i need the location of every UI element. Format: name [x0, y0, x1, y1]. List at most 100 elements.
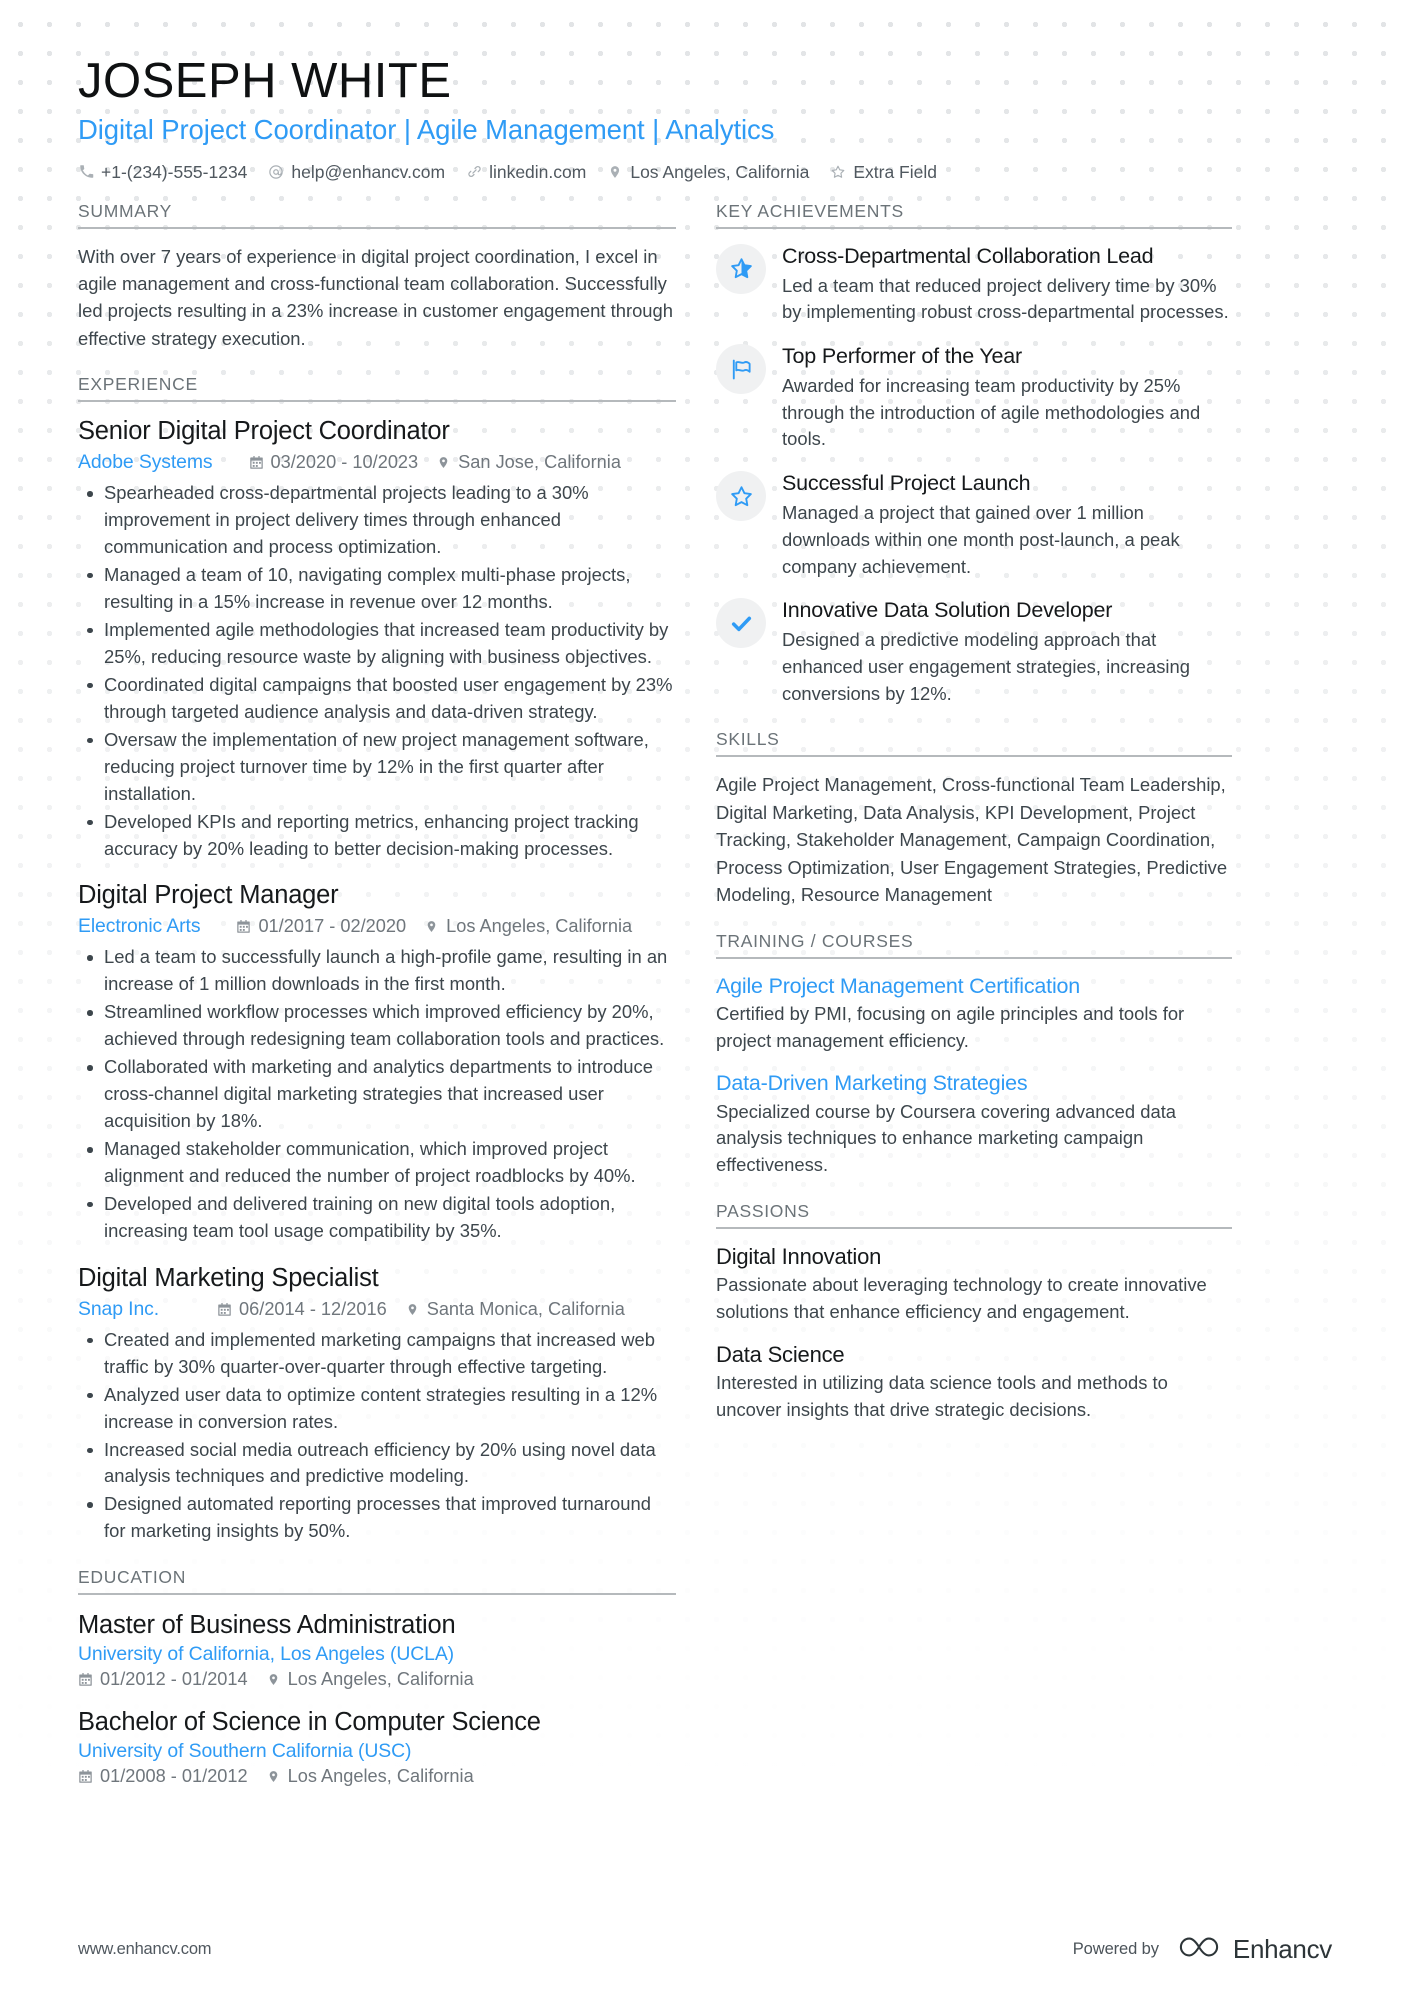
contact-phone[interactable]: +1-(234)-555-1234: [78, 163, 247, 181]
achievement-item: Successful Project Launch Managed a proj…: [716, 470, 1232, 580]
candidate-name: JOSEPH WHITE: [78, 54, 452, 108]
achievement-item: Cross-Departmental Collaboration Lead Le…: [716, 243, 1232, 326]
bullet-item: Implemented agile methodologies that inc…: [78, 617, 676, 671]
education-dates-text: 01/2012 - 01/2014: [100, 1668, 248, 1689]
education-dates: 01/2012 - 01/2014: [78, 1669, 248, 1690]
footer-website-url[interactable]: www.enhancv.com: [78, 1940, 212, 1959]
contact-extra-field-text: Extra Field: [853, 161, 937, 182]
experience-entry: Senior Digital Project Coordinator Adobe…: [78, 416, 676, 862]
enhancv-brand[interactable]: Enhancv: [1176, 1934, 1332, 1965]
bullet-item: Analyzed user data to optimize content s…: [78, 1382, 676, 1436]
email-icon: [268, 164, 284, 180]
calendar-icon: [217, 1301, 232, 1317]
bullet-item: Coordinated digital campaigns that boost…: [78, 672, 676, 726]
flag-icon: [716, 344, 766, 395]
education-degree: Master of Business Administration: [78, 1611, 456, 1640]
section-passions: PASSIONS Digital Innovation Passionate a…: [716, 1201, 1232, 1424]
location-icon: [266, 1671, 281, 1687]
experience-location-text: San Jose, California: [458, 452, 621, 473]
experience-dates-text: 06/2014 - 12/2016: [239, 1298, 387, 1319]
experience-company[interactable]: Snap Inc.: [78, 1298, 159, 1321]
footer-branding: Powered by Enhancv: [1073, 1934, 1333, 1965]
education-entry: Master of Business Administration Univer…: [78, 1609, 676, 1690]
achievements-section-title: KEY ACHIEVEMENTS: [716, 201, 1232, 229]
education-dates: 01/2008 - 01/2012: [78, 1766, 248, 1787]
contact-email[interactable]: help@enhancv.com: [268, 163, 445, 181]
experience-dates-text: 01/2017 - 02/2020: [258, 916, 407, 937]
achievement-body: Successful Project Launch Managed a proj…: [782, 470, 1232, 580]
check-icon: [716, 598, 766, 649]
course-description: Certified by PMI, focusing on agile prin…: [716, 1003, 1185, 1052]
resume-page: JOSEPH WHITE Digital Project Coordinator…: [0, 0, 1410, 1995]
experience-location-text: Santa Monica, California: [426, 1298, 625, 1319]
passion-item: Digital Innovation Passionate about leve…: [716, 1243, 1232, 1326]
course-title[interactable]: Agile Project Management Certification: [716, 973, 1232, 1000]
calendar-icon: [78, 1768, 93, 1784]
experience-meta: Snap Inc. 06/2014 - 12/2016 Santa Monica…: [78, 1298, 676, 1321]
experience-company[interactable]: Electronic Arts: [78, 915, 201, 938]
section-key-achievements: KEY ACHIEVEMENTS Cross-Departmental Coll…: [716, 201, 1232, 708]
passion-description: Passionate about leveraging technology t…: [716, 1274, 1207, 1322]
location-icon: [436, 455, 451, 471]
experience-entry: Digital Marketing Specialist Snap Inc. 0…: [78, 1263, 676, 1546]
bullet-item: Oversaw the implementation of new projec…: [78, 727, 676, 808]
summary-text: With over 7 years of experience in digit…: [78, 245, 673, 349]
education-meta: 01/2008 - 01/2012 Los Angeles, Californi…: [78, 1766, 676, 1787]
education-dates-text: 01/2008 - 01/2012: [100, 1765, 248, 1786]
bullet-item: Increased social media outreach efficien…: [78, 1437, 676, 1491]
bullet-item: Managed stakeholder communication, which…: [78, 1136, 676, 1190]
bullet-item: Collaborated with marketing and analytic…: [78, 1054, 676, 1135]
contact-email-text: help@enhancv.com: [291, 161, 446, 182]
experience-bullets: Led a team to successfully launch a high…: [78, 944, 676, 1244]
achievement-title: Successful Project Launch: [782, 471, 1031, 496]
star-icon: [830, 164, 846, 180]
achievement-body: Cross-Departmental Collaboration Lead Le…: [782, 243, 1232, 326]
education-degree: Bachelor of Science in Computer Science: [78, 1707, 541, 1736]
course-item: Agile Project Management Certification C…: [716, 973, 1232, 1055]
education-location: Los Angeles, California: [266, 1766, 474, 1787]
experience-bullets: Spearheaded cross-departmental projects …: [78, 480, 676, 862]
contact-link[interactable]: linkedin.com: [466, 163, 586, 181]
right-column: KEY ACHIEVEMENTS Cross-Departmental Coll…: [716, 201, 1232, 1446]
experience-location: San Jose, California: [436, 452, 621, 473]
achievement-description: Awarded for increasing team productivity…: [782, 375, 1201, 450]
resume-content: JOSEPH WHITE Digital Project Coordinator…: [0, 0, 1410, 1809]
star-outline-icon: [716, 471, 766, 522]
bullet-item: Developed KPIs and reporting metrics, en…: [78, 809, 676, 863]
bullet-item: Created and implemented marketing campai…: [78, 1327, 676, 1381]
location-icon: [405, 1301, 420, 1317]
education-section-title: EDUCATION: [78, 1567, 676, 1596]
link-icon: [466, 164, 482, 180]
contact-extra-field[interactable]: Extra Field: [830, 163, 937, 181]
achievement-body: Innovative Data Solution Developer Desig…: [782, 597, 1232, 707]
resume-footer: www.enhancv.com Powered by Enhancv: [0, 1903, 1410, 1995]
education-location-text: Los Angeles, California: [287, 1668, 474, 1689]
section-experience: EXPERIENCE Senior Digital Project Coordi…: [78, 374, 676, 1545]
course-item: Data-Driven Marketing Strategies Special…: [716, 1070, 1232, 1179]
left-column: SUMMARY With over 7 years of experience …: [78, 201, 676, 1809]
experience-dates: 06/2014 - 12/2016: [217, 1299, 387, 1320]
course-title[interactable]: Data-Driven Marketing Strategies: [716, 1070, 1232, 1097]
section-education: EDUCATION Master of Business Administrat…: [78, 1567, 676, 1786]
experience-role: Senior Digital Project Coordinator: [78, 417, 450, 446]
experience-dates: 03/2020 - 10/2023: [249, 452, 418, 473]
experience-location-text: Los Angeles, California: [446, 916, 633, 937]
section-training-courses: TRAINING / COURSES Agile Project Managem…: [716, 931, 1232, 1179]
contact-location[interactable]: Los Angeles, California: [607, 163, 809, 181]
resume-columns: SUMMARY With over 7 years of experience …: [78, 201, 1332, 1809]
education-school[interactable]: University of California, Los Angeles (U…: [78, 1643, 676, 1666]
education-location-text: Los Angeles, California: [287, 1765, 474, 1786]
achievement-description: Designed a predictive modeling approach …: [782, 629, 1190, 704]
achievement-description: Led a team that reduced project delivery…: [782, 274, 1229, 323]
education-school[interactable]: University of Southern California (USC): [78, 1740, 676, 1763]
experience-company[interactable]: Adobe Systems: [78, 451, 213, 474]
course-description: Specialized course by Coursera covering …: [716, 1100, 1177, 1176]
experience-section-title: EXPERIENCE: [78, 374, 676, 403]
achievement-description: Managed a project that gained over 1 mil…: [782, 502, 1180, 577]
experience-meta: Adobe Systems 03/2020 - 10/2023 San Jose…: [78, 451, 676, 474]
passion-item: Data Science Interested in utilizing dat…: [716, 1341, 1232, 1424]
achievement-title: Innovative Data Solution Developer: [782, 598, 1113, 623]
experience-role: Digital Marketing Specialist: [78, 1263, 379, 1292]
experience-bullets: Created and implemented marketing campai…: [78, 1327, 676, 1546]
bullet-item: Managed a team of 10, navigating complex…: [78, 562, 676, 616]
